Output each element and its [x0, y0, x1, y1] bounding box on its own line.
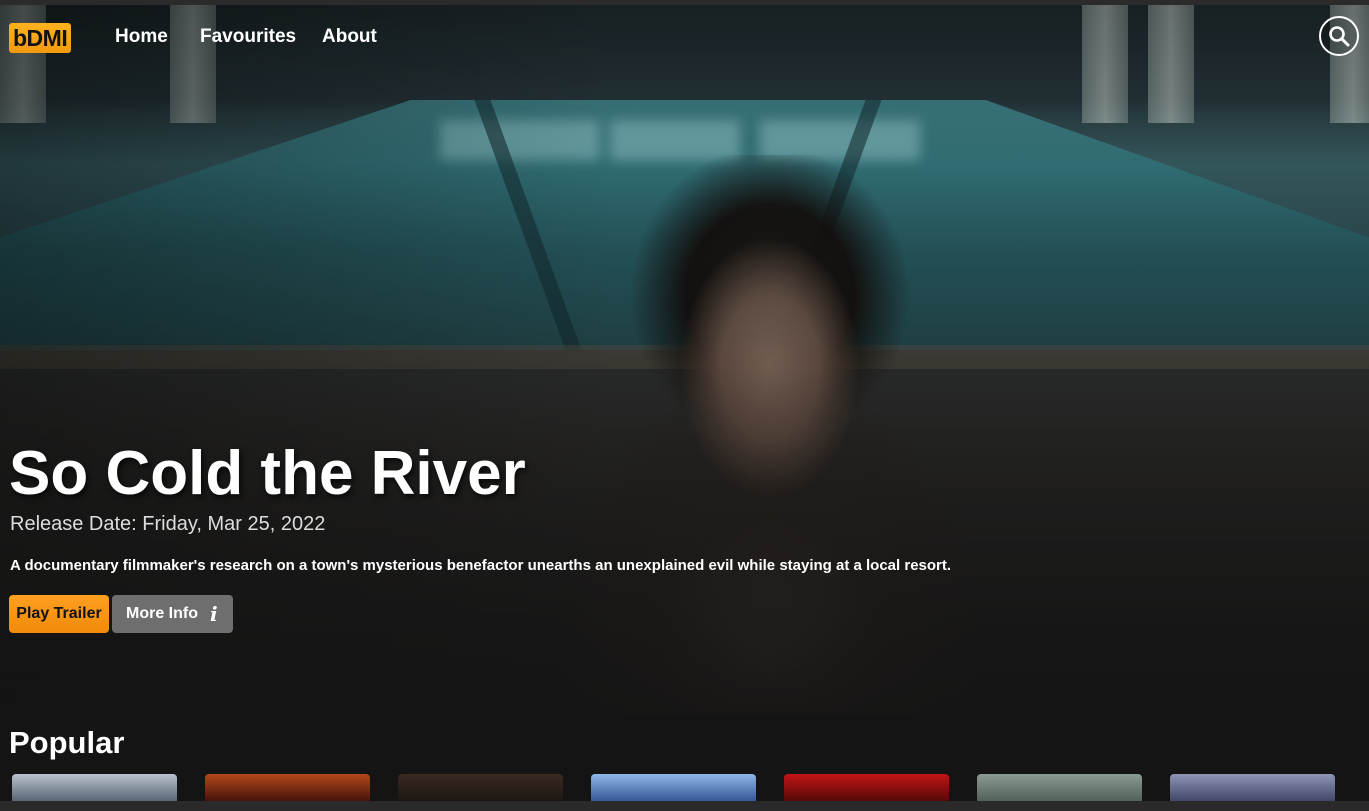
poster-card[interactable] [591, 774, 756, 804]
popular-section-title: Popular [9, 725, 125, 760]
nav-about-link[interactable]: About [322, 25, 377, 49]
poster-card[interactable] [398, 774, 563, 804]
nav-home-link[interactable]: Home [115, 25, 168, 49]
nav-favourites-link[interactable]: Favourites [200, 25, 296, 49]
info-icon: i [210, 602, 218, 626]
hero-overview: A documentary filmmaker's research on a … [10, 557, 952, 574]
horizontal-scrollbar[interactable] [0, 801, 1369, 811]
more-info-label: More Info [126, 605, 198, 622]
brand-logo[interactable]: bDMI [9, 23, 72, 53]
top-navbar: bDMI Home Favourites About [0, 5, 1369, 69]
hero-title: So Cold the River [9, 439, 526, 508]
poster-card[interactable] [784, 774, 949, 804]
poster-card[interactable] [205, 774, 370, 804]
poster-card[interactable] [1170, 774, 1335, 804]
search-button[interactable] [1319, 16, 1359, 56]
play-trailer-button[interactable]: Play Trailer [9, 595, 109, 633]
more-info-button[interactable]: More Info i [112, 595, 233, 633]
window-top-bar [0, 0, 1369, 5]
release-date: Release Date: Friday, Mar 25, 2022 [10, 513, 326, 535]
poster-card[interactable] [977, 774, 1142, 804]
search-icon [1329, 26, 1350, 47]
hero-backdrop [0, 5, 1369, 801]
poster-card[interactable] [12, 774, 177, 804]
